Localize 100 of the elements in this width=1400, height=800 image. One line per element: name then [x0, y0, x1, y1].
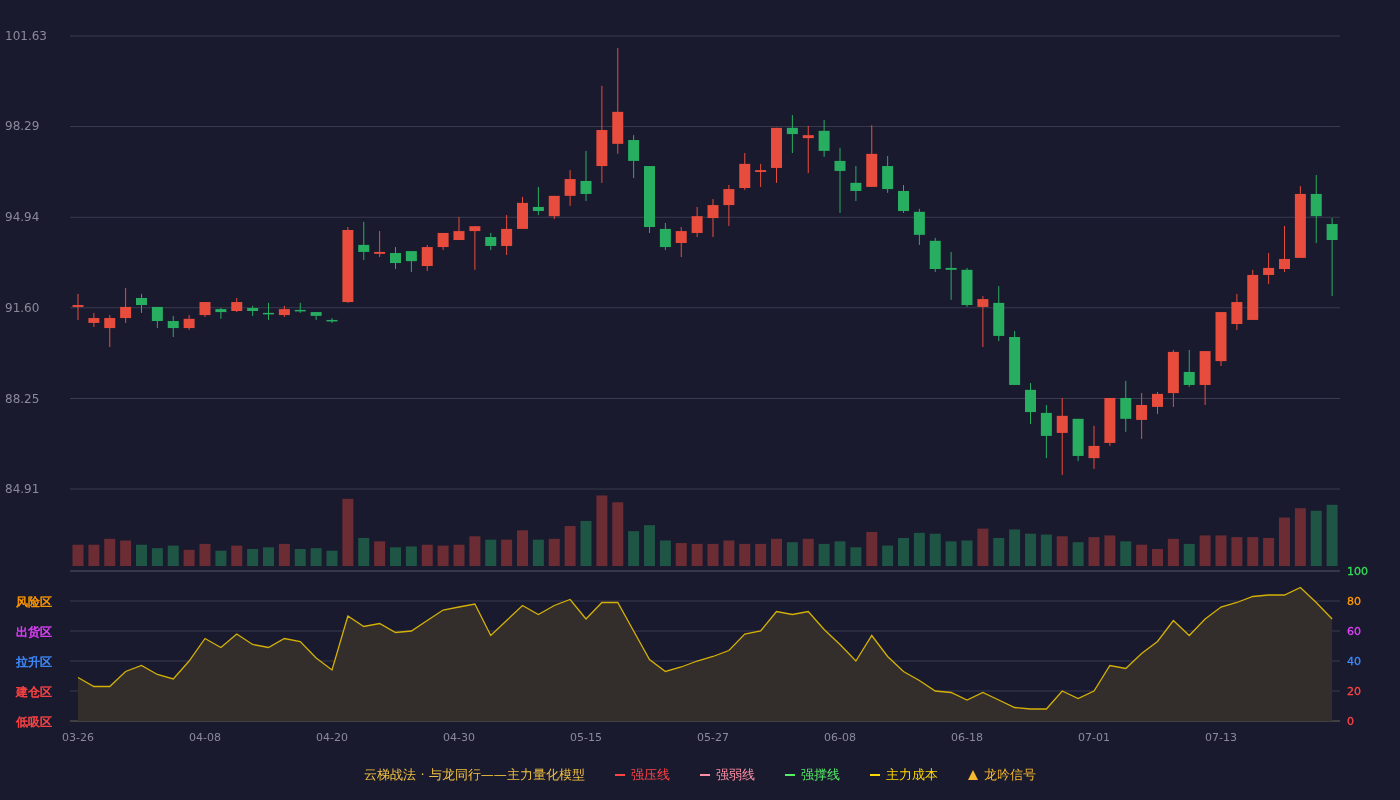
axis-label: 04-20 — [316, 731, 348, 744]
candlestick — [247, 305, 259, 317]
axis-label: 06-08 — [824, 731, 856, 744]
axis-label: 06-18 — [951, 731, 983, 744]
axis-label: 88.25 — [5, 391, 40, 406]
candlestick — [231, 297, 243, 313]
volume-bar — [818, 543, 830, 566]
axis-label: 05-27 — [697, 731, 729, 744]
candlestick — [882, 155, 894, 194]
legend-label: 强压线 — [630, 766, 670, 784]
candlestick — [421, 244, 433, 272]
volume-bar — [834, 541, 846, 566]
volume-bar — [517, 530, 528, 566]
legend-label: 强弱线 — [715, 766, 755, 784]
candlestick — [866, 124, 878, 188]
candlestick — [1215, 311, 1227, 367]
volume-bar — [374, 541, 386, 566]
candlestick — [945, 251, 957, 301]
volume-bar — [1040, 534, 1052, 566]
volume-bar — [310, 548, 322, 566]
volume-bar — [945, 541, 957, 566]
candlestick — [72, 293, 84, 321]
candlestick — [1167, 349, 1179, 408]
axis-label: 04-30 — [443, 731, 475, 744]
candlestick — [1040, 404, 1052, 459]
volume-bar — [1183, 543, 1195, 566]
axis-label: 91.60 — [5, 300, 40, 315]
axis-label: 0 — [1347, 715, 1354, 728]
candlestick — [151, 306, 163, 329]
volume-bar — [151, 548, 163, 566]
volume-bar — [1152, 549, 1163, 566]
volume-bar — [421, 544, 433, 566]
volume-bar — [1247, 537, 1259, 566]
candlestick — [1231, 293, 1243, 331]
candlestick — [469, 225, 481, 271]
axis-label: 40 — [1347, 655, 1361, 668]
candlestick — [437, 232, 449, 251]
axis-label: 94.94 — [5, 210, 40, 225]
volume-bar — [485, 539, 497, 566]
axis-label: 07-01 — [1078, 731, 1110, 744]
volume-bar — [1104, 535, 1116, 566]
volume-bar — [961, 540, 973, 566]
volume-bar — [596, 495, 608, 566]
volume-bar — [628, 531, 640, 566]
candlestick — [771, 127, 782, 184]
volume-bar — [644, 525, 655, 566]
volume-bar — [739, 543, 751, 566]
candlestick — [1025, 382, 1036, 425]
candlestick — [1152, 391, 1163, 415]
candlestick — [834, 147, 846, 214]
candlestick — [310, 311, 322, 321]
volume-bar — [1120, 541, 1132, 566]
candlestick — [961, 267, 973, 308]
volume-bar — [548, 538, 560, 566]
candlestick — [1247, 269, 1259, 321]
volume-bar — [342, 498, 354, 566]
candlestick — [1088, 425, 1100, 470]
candlestick — [1279, 225, 1290, 273]
zone-label: 低吸区 — [16, 715, 52, 729]
candlestick — [120, 287, 132, 324]
volume-bar — [977, 528, 989, 566]
candlestick — [263, 302, 274, 321]
candlestick — [199, 301, 211, 318]
volume-bar — [612, 502, 624, 566]
volume-bar — [1294, 508, 1306, 566]
volume-bar — [263, 547, 274, 566]
volume-bar — [866, 532, 878, 566]
zone-label: 建仓区 — [16, 685, 52, 699]
axis-label: 03-26 — [62, 731, 94, 744]
axis-label: 60 — [1347, 625, 1361, 638]
volume-bar — [1072, 542, 1084, 566]
volume-bar — [755, 543, 767, 566]
volume-bar — [1310, 510, 1322, 566]
volume-bar — [183, 549, 195, 566]
axis-label: 98.29 — [5, 119, 40, 134]
axis-label: 05-15 — [570, 731, 602, 744]
volume-bar — [532, 539, 544, 566]
candlestick — [723, 184, 735, 227]
candlestick — [405, 250, 417, 273]
axis-label: 100 — [1347, 566, 1368, 578]
volume-bar — [929, 533, 941, 566]
volume-bar — [1088, 537, 1100, 566]
volume-bar — [437, 545, 449, 566]
volume-bar — [1167, 538, 1179, 566]
volume-bar — [993, 537, 1005, 566]
legend-label: 龙吟信号 — [983, 766, 1036, 784]
candlestick — [644, 165, 655, 234]
legend-label: 强撑线 — [800, 766, 840, 784]
volume-bar — [405, 546, 417, 566]
volume-bar — [1263, 537, 1275, 566]
volume-bar — [850, 547, 862, 566]
legend-title: 云梯战法 · 与龙同行——主力量化模型 — [364, 766, 585, 784]
legend-label: 主力成本 — [885, 766, 938, 784]
volume-bar — [1136, 544, 1148, 566]
candlestick — [1310, 174, 1322, 244]
volume-bar — [1009, 529, 1021, 566]
candlestick — [675, 226, 687, 258]
volume-bar — [564, 526, 576, 566]
candlestick — [1183, 349, 1195, 388]
volume-bar — [453, 544, 465, 566]
